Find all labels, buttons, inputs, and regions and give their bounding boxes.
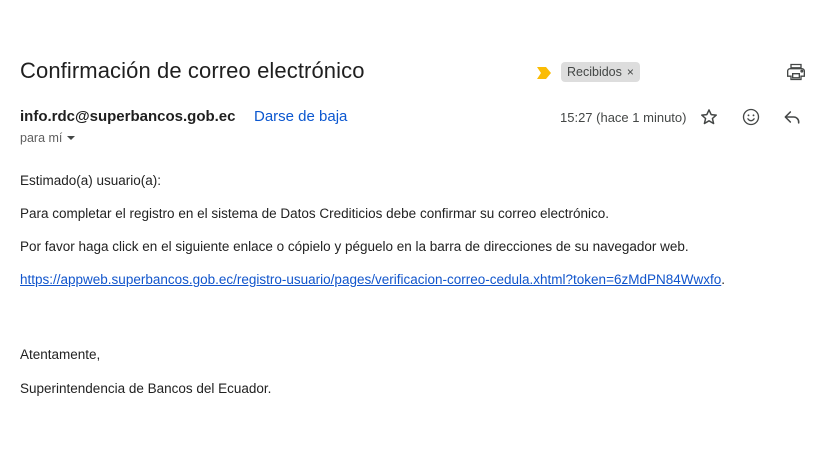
recipient-label: para mí <box>20 131 63 145</box>
email-closing: Atentamente, <box>20 347 101 362</box>
remove-label-button[interactable]: × <box>627 62 634 82</box>
print-button[interactable] <box>784 60 808 84</box>
sender-address[interactable]: info.rdc@superbancos.gob.ec <box>20 108 236 125</box>
email-greeting: Estimado(a) usuario(a): <box>20 173 162 188</box>
reply-button[interactable] <box>780 105 804 129</box>
reply-icon <box>784 111 800 124</box>
label-chip-text: Recibidos <box>567 65 622 79</box>
star-button[interactable] <box>697 105 721 129</box>
star-icon <box>701 109 717 125</box>
verification-link-line: https://appweb.superbancos.gob.ec/regist… <box>20 272 725 287</box>
email-subject: Confirmación de correo electrónico <box>20 58 365 83</box>
label-chip-inbox[interactable]: Recibidos × <box>561 62 640 82</box>
emoji-reaction-button[interactable] <box>739 105 763 129</box>
recipient-details-toggle[interactable]: para mí <box>20 131 76 145</box>
email-paragraph-1: Para completar el registro en el sistema… <box>20 206 610 221</box>
link-suffix: . <box>721 272 726 287</box>
unsubscribe-link[interactable]: Darse de baja <box>254 108 347 125</box>
emoji-reaction-icon <box>742 108 760 126</box>
email-signature: Superintendencia de Bancos del Ecuador. <box>20 381 272 396</box>
email-timestamp: 15:27 (hace 1 minuto) <box>560 110 687 125</box>
verification-link[interactable]: https://appweb.superbancos.gob.ec/regist… <box>20 272 721 287</box>
print-icon <box>787 63 805 81</box>
chevron-down-icon <box>67 136 76 140</box>
importance-marker-icon[interactable] <box>537 66 551 79</box>
email-paragraph-2: Por favor haga click en el siguiente enl… <box>20 239 689 254</box>
